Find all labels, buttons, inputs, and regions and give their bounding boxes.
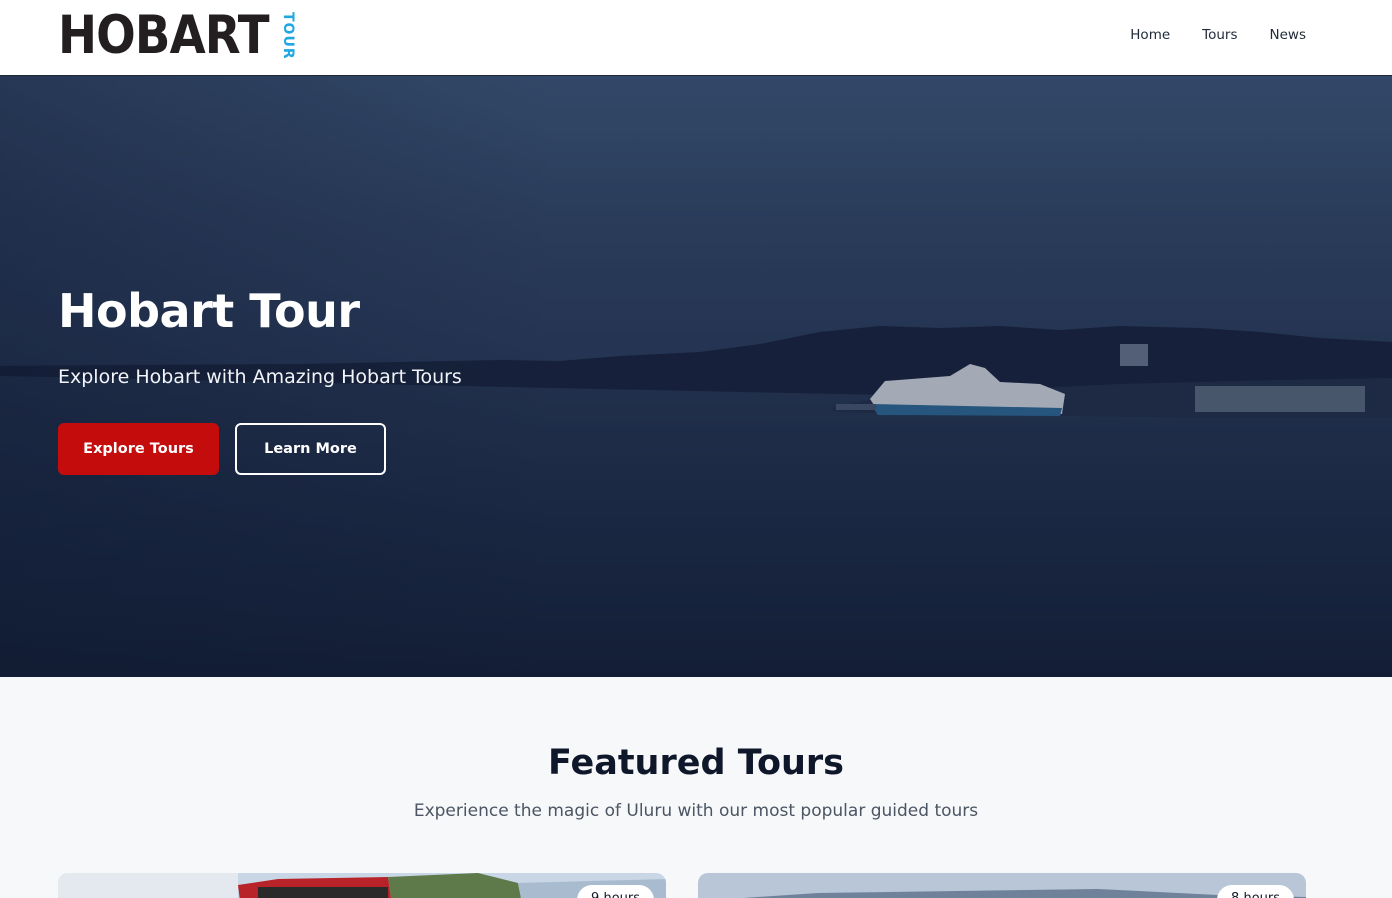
featured-subtitle: Experience the magic of Uluru with our m…: [413, 801, 979, 821]
hero-title: Hobart Tour: [58, 284, 360, 338]
hero-subtitle: Explore Hobart with Amazing Hobart Tours: [58, 366, 462, 388]
tour-card-image: [58, 873, 666, 898]
tour-card-image: [698, 873, 1306, 898]
featured-tours-section: Featured Tours Experience the magic of U…: [0, 677, 1392, 898]
duration-badge: 8 hours: [1217, 885, 1294, 898]
main-nav: Home Tours News: [1130, 27, 1306, 43]
tour-card[interactable]: 9 hours: [58, 873, 666, 898]
explore-tours-button[interactable]: Explore Tours: [58, 423, 219, 475]
site-header: HOBART TOUR Home Tours News: [0, 0, 1392, 76]
featured-title: Featured Tours: [547, 743, 844, 783]
learn-more-button[interactable]: Learn More: [235, 423, 386, 475]
duration-badge: 9 hours: [577, 885, 654, 898]
tour-card[interactable]: 8 hours: [698, 873, 1306, 898]
hero-section: Hobart Tour Explore Hobart with Amazing …: [0, 76, 1392, 677]
nav-home-link[interactable]: Home: [1130, 27, 1170, 43]
site-logo[interactable]: HOBART TOUR: [58, 5, 297, 66]
nav-tours-link[interactable]: Tours: [1202, 27, 1237, 43]
logo-wordmark: HOBART: [58, 5, 270, 66]
logo-tagline: TOUR: [280, 12, 296, 60]
nav-news-link[interactable]: News: [1270, 27, 1306, 43]
